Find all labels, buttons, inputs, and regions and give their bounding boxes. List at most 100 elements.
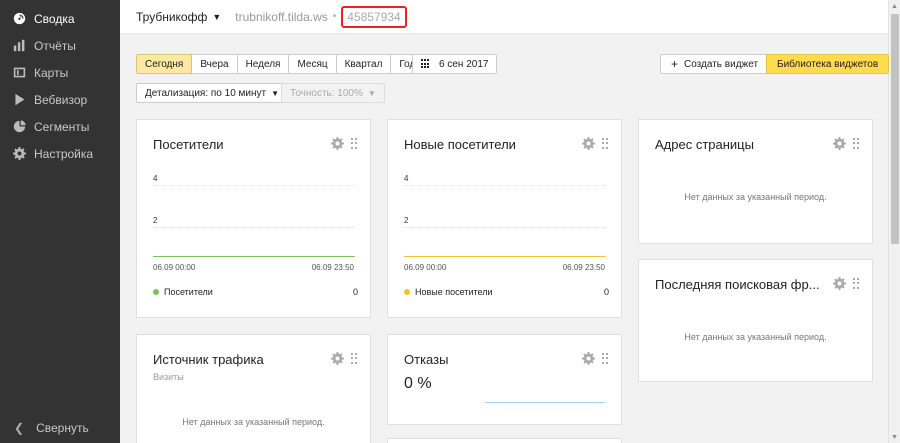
legend-value: 0	[352, 287, 358, 297]
gear-icon[interactable]	[331, 352, 344, 365]
grid-line	[404, 185, 606, 186]
x-tick-label-end: 06.09 23:50	[311, 263, 354, 272]
y-tick-label: 4	[153, 174, 158, 183]
gear-icon[interactable]	[331, 137, 344, 150]
no-data-message: Нет данных за указанный период.	[684, 192, 827, 202]
period-yesterday-button[interactable]: Вчера	[192, 54, 238, 74]
visitors-series-line	[153, 256, 355, 257]
chevron-down-icon: ▼	[212, 11, 222, 22]
widget-tools	[331, 352, 358, 365]
site-name: Трубникофф	[136, 9, 208, 24]
drag-handle-icon[interactable]	[602, 353, 609, 364]
detail-label: Детализация: по 10 минут	[145, 87, 267, 99]
sidebar-item-label: Сводка	[34, 11, 75, 26]
sidebar-item-maps[interactable]: Карты	[0, 59, 120, 86]
widget-title: Источник трафика	[153, 352, 264, 367]
scrollbar-thumb[interactable]	[891, 14, 899, 244]
drag-handle-icon[interactable]	[853, 138, 860, 149]
legend-value: 0	[603, 287, 609, 297]
y-tick-label: 2	[404, 216, 409, 225]
no-data-message: Нет данных за указанный период.	[182, 417, 325, 427]
widget-traffic-source: Источник трафика Визиты Нет данных за ук…	[136, 334, 371, 443]
create-widget-button[interactable]: + Создать виджет	[660, 54, 770, 74]
create-widget-label: Создать виджет	[684, 58, 759, 70]
widget-library-button[interactable]: Библиотека виджетов	[766, 54, 890, 74]
counter-id: 45857934	[341, 5, 407, 28]
gear-icon[interactable]	[833, 137, 846, 150]
widget-bounces: Отказы 0 %	[387, 334, 622, 425]
sidebar-item-segments[interactable]: Сегменты	[0, 113, 120, 140]
segments-icon	[12, 120, 26, 134]
sidebar-item-settings[interactable]: Настройка	[0, 140, 120, 167]
widget-page-address: Адрес страницы Нет данных за указанный п…	[638, 119, 873, 244]
grid-line	[404, 227, 606, 228]
widget-title: Адрес страницы	[655, 137, 754, 152]
separator-dot: •	[332, 11, 337, 22]
bounce-rate-value: 0 %	[404, 375, 432, 392]
scroll-up-icon[interactable]: ▲	[889, 0, 900, 12]
drag-handle-icon[interactable]	[351, 353, 358, 364]
gear-icon[interactable]	[582, 352, 595, 365]
date-label: 6 сен 2017	[439, 58, 489, 70]
widget-title: Новые посетители	[404, 137, 516, 152]
sidebar-item-label: Карты	[34, 65, 69, 80]
grid-line	[153, 185, 355, 186]
detail-select[interactable]: Детализация: по 10 минут ▼	[136, 83, 289, 103]
bounces-sparkline	[485, 402, 605, 403]
period-quarter-button[interactable]: Квартал	[336, 54, 392, 74]
period-month-button[interactable]: Месяц	[289, 54, 337, 74]
x-tick-label-start: 06.09 00:00	[404, 263, 447, 272]
widget-visitors: Посетители 4 2 06.09 00:00 06.09 23:50 П…	[136, 119, 371, 318]
collapse-label: Свернуть	[36, 421, 89, 435]
y-tick-label: 4	[404, 174, 409, 183]
sidebar-item-label: Сегменты	[34, 119, 90, 134]
sidebar: Сводка Отчёты Карты Вебвизор Сегменты На…	[0, 0, 120, 443]
calendar-icon	[421, 59, 431, 69]
gear-icon[interactable]	[833, 277, 846, 290]
site-selector[interactable]: Трубникофф ▼	[136, 10, 221, 24]
widget-tools	[331, 137, 358, 150]
period-week-button[interactable]: Неделя	[237, 54, 290, 74]
play-icon	[12, 93, 26, 107]
date-picker-button[interactable]: 6 сен 2017	[412, 54, 498, 74]
gauge-icon	[12, 12, 26, 26]
drag-handle-icon[interactable]	[853, 278, 860, 289]
x-tick-label-end: 06.09 23:50	[562, 263, 605, 272]
new-visitors-chart: 4 2	[404, 170, 606, 260]
bar-chart-icon	[12, 39, 26, 53]
plus-icon: +	[671, 57, 679, 71]
sidebar-item-reports[interactable]: Отчёты	[0, 32, 120, 59]
legend-label: Посетители	[164, 287, 213, 297]
accuracy-label: Точность: 100%	[290, 87, 363, 99]
widget-title: Отказы	[404, 352, 449, 367]
drag-handle-icon[interactable]	[602, 138, 609, 149]
widget-tools	[833, 137, 860, 150]
drag-handle-icon[interactable]	[351, 138, 358, 149]
scroll-down-icon[interactable]: ▼	[889, 431, 900, 443]
widget-tools	[582, 352, 609, 365]
widget-title: Посетители	[153, 137, 224, 152]
chart-legend: Новые посетители 0	[404, 287, 609, 297]
collapse-sidebar-button[interactable]: ❮ Свернуть	[0, 416, 89, 440]
sidebar-item-webvisor[interactable]: Вебвизор	[0, 86, 120, 113]
page-scrollbar[interactable]: ▲ ▼	[888, 0, 900, 443]
chevron-down-icon: ▼	[367, 88, 376, 98]
sidebar-item-label: Вебвизор	[34, 92, 88, 107]
widget-title: Последняя поисковая фр...	[655, 277, 820, 292]
widget-last-search-phrase: Последняя поисковая фр... Нет данных за …	[638, 259, 873, 382]
gear-icon	[12, 147, 26, 161]
grid-line	[153, 227, 355, 228]
widget-new-visitors: Новые посетители 4 2 06.09 00:00 06.09 2…	[387, 119, 622, 318]
sidebar-item-label: Настройка	[34, 146, 94, 161]
y-tick-label: 2	[153, 216, 158, 225]
visitors-chart: 4 2	[153, 170, 355, 260]
top-bar: Трубникофф ▼ trubnikoff.tilda.ws • 45857…	[120, 0, 888, 34]
map-icon	[12, 66, 26, 80]
widget-subtitle: Визиты	[153, 372, 184, 382]
period-today-button[interactable]: Сегодня	[136, 54, 193, 74]
sidebar-menu: Сводка Отчёты Карты Вебвизор Сегменты На…	[0, 0, 120, 167]
legend-dot	[404, 289, 410, 295]
gear-icon[interactable]	[582, 137, 595, 150]
sidebar-item-summary[interactable]: Сводка	[0, 5, 120, 32]
legend-dot	[153, 289, 159, 295]
